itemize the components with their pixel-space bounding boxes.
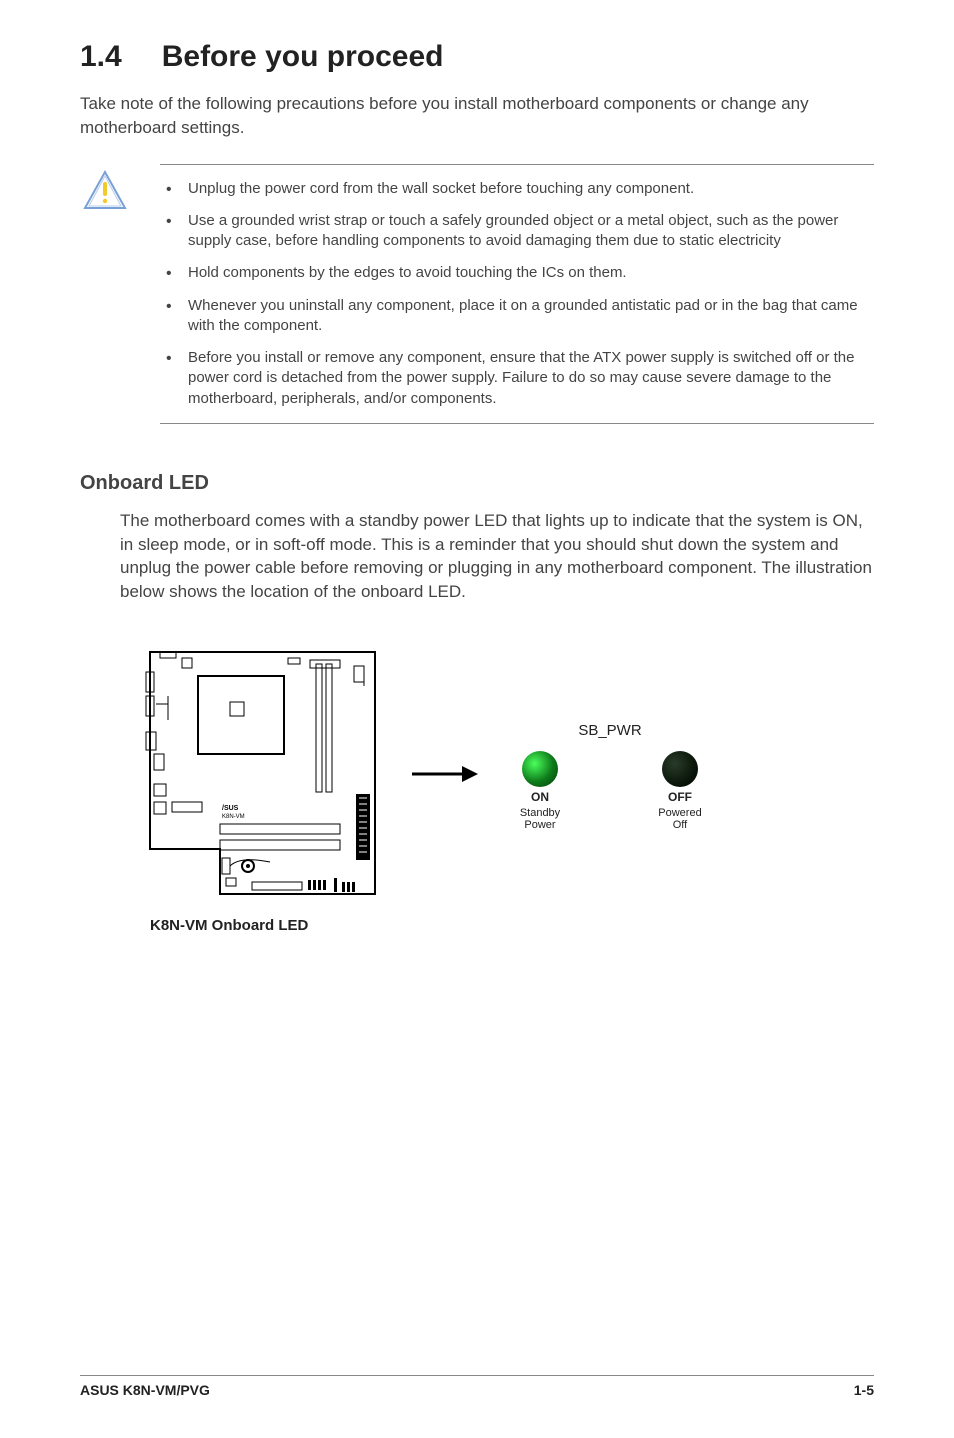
section-heading: 1.4 Before you proceed xyxy=(80,40,874,74)
heading-title: Before you proceed xyxy=(162,40,444,74)
list-item: Whenever you uninstall any component, pl… xyxy=(160,296,866,337)
caution-block: Unplug the power cord from the wall sock… xyxy=(80,164,874,424)
caution-list: Unplug the power cord from the wall sock… xyxy=(160,179,866,409)
list-item: Hold components by the edges to avoid to… xyxy=(160,263,866,283)
motherboard-diagram: /SUS K8N-VM xyxy=(140,644,390,909)
sbpwr-label: SB_PWR xyxy=(578,722,641,739)
led-off-desc: Powered Off xyxy=(658,807,701,831)
footer-page-number: 1-5 xyxy=(854,1382,874,1398)
intro-paragraph: Take note of the following precautions b… xyxy=(80,92,874,140)
led-on-desc: Standby Power xyxy=(520,807,560,831)
footer-product: ASUS K8N-VM/PVG xyxy=(80,1382,210,1398)
led-off-state: OFF xyxy=(668,790,692,804)
led-off-icon xyxy=(662,751,698,787)
heading-number: 1.4 xyxy=(80,40,122,74)
caution-icon xyxy=(83,170,127,424)
led-row: ON Standby Power OFF Powered Off xyxy=(500,751,720,831)
led-on-icon xyxy=(522,751,558,787)
led-on-item: ON Standby Power xyxy=(500,751,580,831)
caution-content: Unplug the power cord from the wall sock… xyxy=(160,164,874,424)
list-item: Unplug the power cord from the wall sock… xyxy=(160,179,866,199)
arrow-icon xyxy=(410,759,480,794)
icon-column xyxy=(80,164,130,424)
led-off-item: OFF Powered Off xyxy=(640,751,720,831)
onboard-led-paragraph: The motherboard comes with a standby pow… xyxy=(120,509,874,604)
led-on-state: ON xyxy=(531,790,549,804)
onboard-led-heading: Onboard LED xyxy=(80,472,874,495)
mobo-brand-strike: /SUS xyxy=(222,805,239,812)
diagram-area: /SUS K8N-VM xyxy=(140,644,874,909)
diagram-caption: K8N-VM Onboard LED xyxy=(150,917,874,934)
list-item: Before you install or remove any compone… xyxy=(160,348,866,409)
list-item: Use a grounded wrist strap or touch a sa… xyxy=(160,211,866,252)
page-footer: ASUS K8N-VM/PVG 1-5 xyxy=(80,1375,874,1398)
mobo-brand-label: K8N-VM xyxy=(222,814,245,820)
led-legend: SB_PWR ON Standby Power OFF Powered Off xyxy=(500,722,720,831)
